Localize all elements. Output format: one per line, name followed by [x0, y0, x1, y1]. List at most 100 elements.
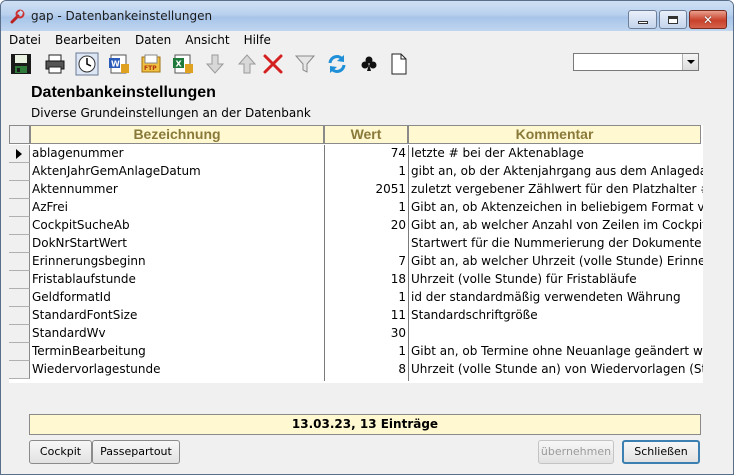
current-row-icon [16, 149, 22, 159]
table-row[interactable]: AzFrei 1 Gibt an, ob Aktenzeichen in belie… [9, 199, 703, 217]
cell-kommentar[interactable]: Gibt an, ab welcher Anzahl von Zeilen im… [411, 217, 703, 235]
row-selector[interactable] [9, 271, 30, 289]
menu-datei[interactable]: Datei [2, 31, 48, 49]
refresh-button[interactable] [325, 52, 349, 76]
row-selector[interactable] [9, 253, 30, 271]
cell-bezeichnung[interactable]: AzFrei [32, 199, 322, 217]
cell-bezeichnung[interactable]: Aktennummer [32, 181, 322, 199]
excel-export-button[interactable]: X [171, 52, 195, 76]
column-header-bezeichnung[interactable]: Bezeichnung [30, 125, 324, 144]
table-row[interactable]: TerminBearbeitung 1 Gibt an, ob Termine oh… [9, 343, 703, 361]
close-window-button[interactable]: ✕ [689, 10, 727, 29]
menu-bearbeiten[interactable]: Bearbeiten [48, 31, 128, 49]
cell-bezeichnung[interactable]: DokNrStartWert [32, 235, 322, 253]
row-selector[interactable] [9, 163, 30, 181]
cell-wert[interactable]: 7 [325, 253, 407, 271]
table-row[interactable]: StandardFontSize 11 Standardschriftgröße [9, 307, 703, 325]
table-row[interactable]: ablagenummer 74 letzte # bei der Aktenabla… [9, 145, 703, 163]
apply-button[interactable]: übernehmen [538, 440, 614, 464]
move-up-button[interactable] [235, 52, 259, 76]
cell-wert[interactable] [325, 235, 407, 253]
row-selector[interactable] [9, 145, 30, 163]
close-button[interactable]: Schließen [622, 440, 700, 464]
cell-wert[interactable]: 1 [325, 199, 407, 217]
chevron-down-icon[interactable] [682, 54, 698, 70]
column-header-kommentar[interactable]: Kommentar [408, 125, 701, 144]
row-selector[interactable] [9, 325, 30, 343]
cell-wert[interactable]: 1 [325, 343, 407, 361]
cell-wert[interactable]: 11 [325, 307, 407, 325]
word-export-button[interactable]: W [107, 52, 131, 76]
row-selector[interactable] [9, 235, 30, 253]
row-selector-header[interactable] [9, 125, 30, 144]
menu-daten[interactable]: Daten [128, 31, 178, 49]
table-row[interactable]: Fristablaufstunde 18 Uhrzeit (volle Stunde… [9, 271, 703, 289]
cell-kommentar[interactable]: Uhrzeit (volle Stunde an) von Wiedervorl… [411, 361, 703, 379]
cockpit-button[interactable]: Cockpit [29, 440, 92, 464]
new-document-button[interactable] [387, 52, 411, 76]
maximize-button[interactable] [659, 10, 687, 29]
cell-bezeichnung[interactable]: ablagenummer [32, 145, 322, 163]
table-row[interactable]: Wiedervorlagestunde 8 Uhrzeit (volle Stund… [9, 361, 703, 379]
passepartout-button[interactable]: Passepartout [92, 440, 180, 464]
move-down-button[interactable] [203, 52, 227, 76]
cell-kommentar[interactable]: id der standardmäßig verwendeten Währung [411, 289, 703, 307]
cell-wert[interactable]: 18 [325, 271, 407, 289]
cell-bezeichnung[interactable]: Wiedervorlagestunde [32, 361, 322, 379]
cell-kommentar[interactable]: zuletzt vergebener Zählwert für den Plat… [411, 181, 703, 199]
row-selector[interactable] [9, 289, 30, 307]
menu-hilfe[interactable]: Hilfe [237, 31, 278, 49]
delete-button[interactable] [261, 52, 285, 76]
cell-kommentar[interactable] [411, 325, 703, 343]
cell-kommentar[interactable]: Standardschriftgröße [411, 307, 703, 325]
row-selector[interactable] [9, 361, 30, 379]
table-row[interactable]: GeldformatId 1 id der standardmäßig verwen… [9, 289, 703, 307]
minimize-button[interactable] [628, 10, 657, 29]
cell-bezeichnung[interactable]: StandardWv [32, 325, 322, 343]
cell-kommentar[interactable]: Startwert für die Nummerierung der Dokum… [411, 235, 703, 253]
filter-button[interactable] [293, 52, 317, 76]
row-selector[interactable] [9, 307, 30, 325]
table-row[interactable]: Erinnerungsbeginn 7 Gibt an, ab welcher Uh… [9, 253, 703, 271]
row-selector[interactable] [9, 199, 30, 217]
cell-bezeichnung[interactable]: StandardFontSize [32, 307, 322, 325]
cell-bezeichnung[interactable]: TerminBearbeitung [32, 343, 322, 361]
cell-wert[interactable]: 30 [325, 325, 407, 343]
cell-wert[interactable]: 2051 [325, 181, 407, 199]
cell-kommentar[interactable]: Gibt an, ab welcher Uhrzeit (volle Stund… [411, 253, 703, 271]
cell-kommentar[interactable]: Gibt an, ob Termine ohne Neuanlage geänd… [411, 343, 703, 361]
table-row[interactable]: DokNrStartWert Startwert für die Nummerie… [9, 235, 703, 253]
menu-ansicht[interactable]: Ansicht [178, 31, 236, 49]
cell-bezeichnung[interactable]: CockpitSucheAb [32, 217, 322, 235]
row-selector[interactable] [9, 181, 30, 199]
cell-wert[interactable]: 20 [325, 217, 407, 235]
cell-wert[interactable]: 1 [325, 163, 407, 181]
grid-header: Bezeichnung Wert Kommentar [9, 125, 703, 144]
page-subtitle: Diverse Grundeinstellungen an der Datenb… [31, 106, 311, 120]
cell-kommentar[interactable]: gibt an, ob der Aktenjahrgang aus dem An… [411, 163, 703, 181]
save-button[interactable] [9, 52, 33, 76]
cell-wert[interactable]: 1 [325, 289, 407, 307]
cell-kommentar[interactable]: Uhrzeit (volle Stunde) für Fristabläufe [411, 271, 703, 289]
cell-bezeichnung[interactable]: Erinnerungsbeginn [32, 253, 322, 271]
view-select[interactable] [573, 53, 699, 71]
cell-wert[interactable]: 8 [325, 361, 407, 379]
cell-kommentar[interactable]: letzte # bei der Aktenablage [411, 145, 703, 163]
cell-kommentar[interactable]: Gibt an, ob Aktenzeichen in beliebigem F… [411, 199, 703, 217]
cell-bezeichnung[interactable]: GeldformatId [32, 289, 322, 307]
row-selector[interactable] [9, 217, 30, 235]
table-row[interactable]: StandardWv 30 [9, 325, 703, 343]
table-row[interactable]: AktenJahrGemAnlageDatum 1 gibt an, ob der … [9, 163, 703, 181]
cell-bezeichnung[interactable]: AktenJahrGemAnlageDatum [32, 163, 322, 181]
title-bar[interactable]: gap - Datenbankeinstellungen ✕ [1, 1, 733, 31]
cell-wert[interactable]: 74 [325, 145, 407, 163]
row-selector[interactable] [9, 343, 30, 361]
cell-bezeichnung[interactable]: Fristablaufstunde [32, 271, 322, 289]
column-header-wert[interactable]: Wert [324, 125, 408, 144]
print-button[interactable] [43, 52, 67, 76]
club-button[interactable] [357, 52, 381, 76]
clock-button[interactable] [75, 52, 99, 76]
table-row[interactable]: Aktennummer 2051 zuletzt vergebener Zählwe… [9, 181, 703, 199]
table-row[interactable]: CockpitSucheAb 20 Gibt an, ab welcher Anza… [9, 217, 703, 235]
ftp-button[interactable]: FTP [139, 52, 163, 76]
